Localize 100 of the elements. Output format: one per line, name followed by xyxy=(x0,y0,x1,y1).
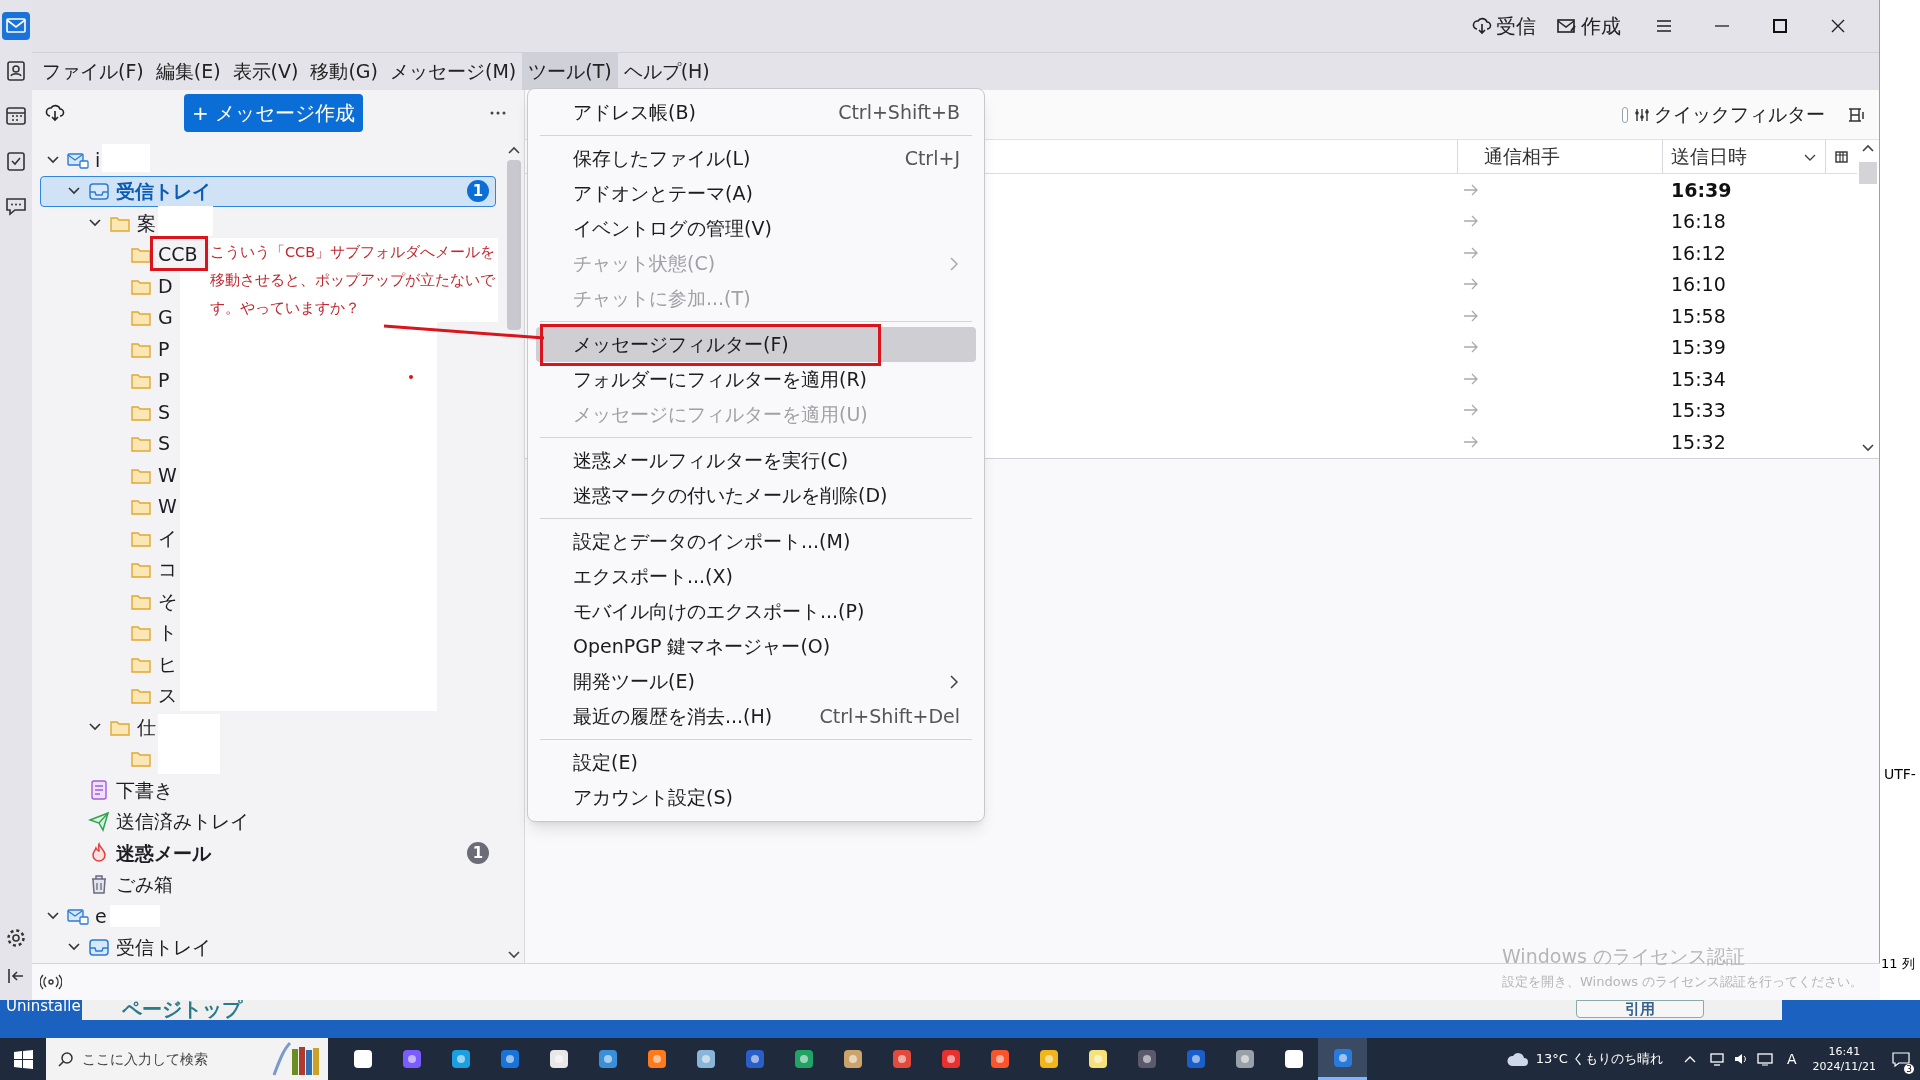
menu-bar-item[interactable]: 編集(E) xyxy=(149,53,227,90)
folder-name[interactable]: コ xyxy=(158,555,177,584)
status-text: UTF- xyxy=(1884,765,1916,784)
shortcut-text: Ctrl+J xyxy=(904,146,960,172)
menu-item-label: エクスポート...(X) xyxy=(573,564,733,590)
menu-item[interactable]: 設定とデータのインポート...(M) xyxy=(536,524,976,559)
menu-item[interactable]: メッセージフィルター(F) xyxy=(536,327,976,362)
folder-name[interactable]: D xyxy=(158,271,173,300)
desktop-icon-label[interactable]: Uninstalle xyxy=(6,996,81,1016)
menu-item[interactable]: 迷惑マークの付いたメールを削除(D) xyxy=(536,478,976,513)
menu-item[interactable]: 迷惑メールフィルターを実行(C) xyxy=(536,443,976,478)
folder-name[interactable]: ト xyxy=(158,618,177,647)
notification-count: 3 xyxy=(1904,1064,1914,1074)
menu-item-label: フォルダーにフィルターを適用(R) xyxy=(573,367,868,393)
menu-bar-item[interactable]: メッセージ(M) xyxy=(384,53,523,90)
folder-name[interactable]: W xyxy=(158,492,177,521)
date-cell-text: 16:12 xyxy=(1670,240,1727,266)
status-text: 11 列 xyxy=(1881,955,1915,973)
folder-name[interactable]: S xyxy=(158,397,171,426)
menu-item-label: 迷惑メールフィルターを実行(C) xyxy=(573,448,849,474)
date-cell-text: 16:39 xyxy=(1670,177,1733,203)
folder-name[interactable]: イ xyxy=(158,523,177,552)
link[interactable]: ページトップ xyxy=(122,998,242,1020)
folder-name[interactable]: S xyxy=(158,429,171,458)
menu-item[interactable]: アカウント設定(S) xyxy=(536,780,976,815)
folder-name[interactable]: 送信済みトレイ xyxy=(116,807,249,836)
date-cell-text: 16:18 xyxy=(1670,209,1727,234)
annotation-text: こういう「CCB」サブフォルダへメールを移動させると、ポップアップが立たないです。やっていますか？ xyxy=(210,238,498,322)
menu-item[interactable]: フォルダーにフィルターを適用(R) xyxy=(536,362,976,397)
menu-item-label: メッセージフィルター(F) xyxy=(573,332,789,358)
folder-name[interactable]: 下書き xyxy=(116,775,173,804)
quote-button[interactable]: 引用 xyxy=(1576,1000,1704,1018)
folder-name[interactable]: ス xyxy=(158,681,177,710)
menu-bar-item[interactable]: ツール(T) xyxy=(522,53,618,90)
shortcut-text: Ctrl+Shift+B xyxy=(838,100,960,126)
menu-item[interactable]: 開発ツール(E) xyxy=(536,664,976,699)
menu-bar-item[interactable]: ファイル(F) xyxy=(36,53,150,90)
column-title: 送信日時 xyxy=(1671,144,1747,170)
menu-item-label: モバイル向けのエクスポート...(P) xyxy=(573,599,865,625)
weather-widget[interactable]: 13°C くもりのち晴れ xyxy=(1505,1049,1663,1069)
menu-item[interactable]: エクスポート...(X) xyxy=(536,559,976,594)
folder-name[interactable]: ごみ箱 xyxy=(116,870,173,899)
compose-button[interactable]: + メッセージ作成 xyxy=(184,93,364,132)
toolbar-button[interactable]: 作成 xyxy=(1550,8,1627,44)
folder-name[interactable]: P xyxy=(158,366,170,395)
folder-name[interactable]: P xyxy=(158,334,170,363)
folder-name[interactable]: ヒ xyxy=(158,649,177,678)
folder-name[interactable]: W xyxy=(158,460,177,489)
folder-name[interactable]: 迷惑メール xyxy=(116,838,211,867)
menu-item[interactable]: 設定(E) xyxy=(536,745,976,780)
menu-item-label: 設定とデータのインポート...(M) xyxy=(573,529,851,555)
menu-bar-item[interactable]: 表示(V) xyxy=(226,53,305,90)
ime-indicator[interactable]: A xyxy=(1787,1048,1797,1070)
folder-name[interactable]: G xyxy=(158,303,173,332)
date-cell-text: 15:39 xyxy=(1670,335,1727,360)
menu-item-label: アドオンとテーマ(A) xyxy=(573,181,753,207)
menu-bar-item[interactable]: ヘルプ(H) xyxy=(617,53,716,90)
folder-name[interactable]: e xyxy=(95,901,107,930)
quick-filter-button[interactable]: クイックフィルター xyxy=(1634,100,1825,129)
weather-text: 13°C くもりのち晴れ xyxy=(1535,1050,1663,1069)
search-field[interactable]: ここに入力して検索 xyxy=(46,1038,328,1080)
date-cell-text: 15:58 xyxy=(1670,303,1727,329)
date-cell-text: 16:10 xyxy=(1670,272,1727,297)
column-header[interactable]: 通信相手 xyxy=(1457,140,1662,173)
menu-item-label: 最近の履歴を消去...(H) xyxy=(573,704,773,730)
menu-item[interactable]: アドレス帳(B) Ctrl+Shift+B xyxy=(536,95,976,130)
menu-item[interactable]: モバイル向けのエクスポート...(P) xyxy=(536,594,976,629)
search-placeholder: ここに入力して検索 xyxy=(82,1049,208,1069)
menu-item-label: アカウント設定(S) xyxy=(573,785,733,811)
date-cell-text: 15:34 xyxy=(1670,366,1727,392)
menu-item[interactable]: アドオンとテーマ(A) xyxy=(536,176,976,211)
menu-item[interactable]: 保存したファイル(L) Ctrl+J xyxy=(536,141,976,176)
menu-item[interactable]: イベントログの管理(V) xyxy=(536,211,976,246)
menu-item[interactable]: 最近の履歴を消去...(H) Ctrl+Shift+Del xyxy=(536,699,976,734)
notification-button[interactable]: 3 xyxy=(1886,1038,1916,1080)
menu-item-label: 迷惑マークの付いたメールを削除(D) xyxy=(573,483,888,509)
folder-name[interactable]: 仕 xyxy=(137,712,156,741)
folder-name[interactable]: 案 xyxy=(137,208,156,237)
menu-item-label: 保存したファイル(L) xyxy=(573,146,751,172)
menu-item-label: メッセージにフィルターを適用(U) xyxy=(573,402,868,428)
column-header[interactable]: 送信日時 xyxy=(1662,140,1825,173)
menu-item-label: アドレス帳(B) xyxy=(573,100,696,126)
folder-name: 受信トレイ xyxy=(116,179,211,204)
menu-item-label: 開発ツール(E) xyxy=(573,669,695,695)
folder-name[interactable]: そ xyxy=(158,586,177,615)
folder-name[interactable]: i xyxy=(95,145,101,174)
menu-item-label: チャット状態(C) xyxy=(573,251,716,277)
folder-name[interactable]: 受信トレイ xyxy=(116,933,211,962)
menu-item-label: チャットに参加...(T) xyxy=(573,286,751,312)
folder-row[interactable]: 受信トレイ 1 xyxy=(40,175,496,207)
menu-item-label: 設定(E) xyxy=(573,750,638,776)
menu-bar-item[interactable]: 移動(G) xyxy=(304,53,384,90)
toolbar-button[interactable]: 受信 xyxy=(1465,8,1542,44)
folder-name[interactable]: CCB xyxy=(158,240,198,269)
menu-item-label: OpenPGP 鍵マネージャー(O) xyxy=(573,634,831,660)
date-cell-text: 15:33 xyxy=(1670,398,1727,423)
menu-item-label: イベントログの管理(V) xyxy=(573,216,772,242)
unread-count: 1 xyxy=(467,180,489,203)
clock[interactable]: 16:41 2024/11/21 xyxy=(1812,1044,1876,1074)
menu-item[interactable]: OpenPGP 鍵マネージャー(O) xyxy=(536,629,976,664)
